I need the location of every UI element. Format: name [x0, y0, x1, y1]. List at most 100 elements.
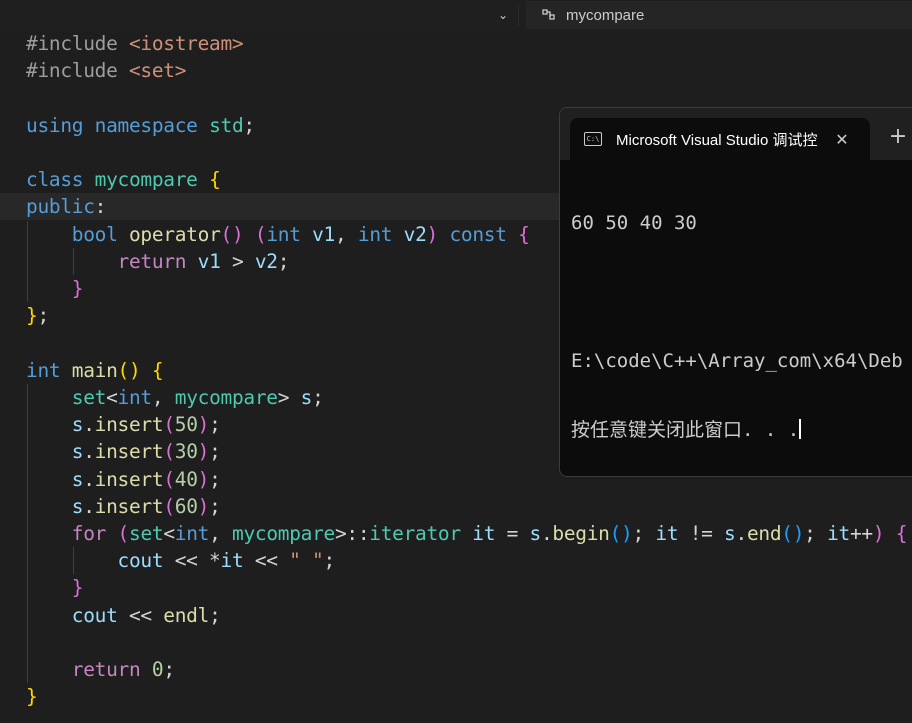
code-line[interactable]: #include <iostream> — [0, 30, 912, 57]
indent-guide — [73, 248, 74, 275]
code-token: { — [209, 168, 221, 191]
code-token: . — [540, 522, 553, 545]
code-token: ; — [804, 522, 828, 545]
code-token: ; — [632, 522, 656, 545]
code-token: 50 — [174, 413, 198, 436]
code-token: iterator — [369, 522, 461, 545]
code-token: <iostream> — [128, 32, 244, 55]
code-token: bool — [71, 223, 118, 246]
code-token: s — [724, 522, 736, 545]
code-token: s — [529, 522, 542, 545]
code-token: it — [827, 522, 850, 545]
code-token: return — [117, 250, 187, 273]
code-token: int — [174, 522, 210, 545]
code-token: () — [117, 359, 141, 382]
code-token: { — [895, 522, 908, 545]
code-token: ; — [37, 304, 49, 327]
terminal-tab[interactable]: C:\ Microsoft Visual Studio 调试控 ✕ — [570, 118, 870, 160]
debug-console-window[interactable]: C:\ Microsoft Visual Studio 调试控 ✕ + 60 5… — [559, 107, 912, 477]
code-token: } — [71, 277, 84, 300]
code-line[interactable]: } — [0, 574, 912, 601]
code-token: < — [106, 386, 118, 409]
code-token: ++ — [849, 522, 873, 545]
code-token: begin — [552, 522, 610, 545]
code-token: , — [334, 223, 358, 246]
close-icon[interactable]: ✕ — [832, 129, 852, 149]
code-token: s — [71, 495, 84, 518]
code-token: for — [71, 522, 107, 545]
code-token: public — [26, 195, 95, 218]
console-window-icon: C:\ — [584, 132, 602, 146]
terminal-output[interactable]: 60 50 40 30 E:\code\C++\Array_com\x64\De… — [571, 166, 912, 476]
code-token: < — [163, 522, 175, 545]
code-token: set — [129, 522, 164, 545]
code-token: ; — [323, 549, 335, 572]
code-line[interactable]: return 0; — [0, 656, 912, 683]
code-token: { — [151, 359, 164, 382]
code-token: ( — [163, 413, 175, 436]
code-token: class — [26, 168, 84, 191]
code-token: cout — [117, 549, 164, 572]
chevron-down-icon[interactable]: ⌄ — [494, 6, 512, 24]
code-token: #include — [26, 32, 129, 55]
code-token: 60 — [174, 495, 198, 518]
code-line[interactable]: s.insert(60); — [0, 493, 912, 520]
terminal-tab-title: Microsoft Visual Studio 调试控 — [616, 131, 818, 149]
code-token: != — [678, 522, 725, 545]
code-token: mycompare — [232, 522, 335, 545]
code-token: ; — [209, 413, 221, 436]
code-token: . — [83, 495, 95, 518]
code-token: << — [243, 549, 290, 572]
terminal-title-bar[interactable]: C:\ Microsoft Visual Studio 调试控 ✕ + — [560, 108, 912, 160]
code-token: int — [266, 223, 301, 246]
code-token: () — [781, 522, 805, 545]
code-token: ) — [426, 223, 439, 246]
code-token: 40 — [174, 468, 198, 491]
code-token: namespace — [94, 114, 198, 137]
code-token: ; — [243, 114, 255, 137]
code-token: end — [746, 522, 782, 545]
code-line[interactable]: cout << *it << " "; — [0, 547, 912, 574]
code-token: const — [449, 223, 507, 246]
code-token: >:: — [334, 522, 370, 545]
code-line[interactable]: } — [0, 683, 912, 710]
breadcrumb-symbol-label[interactable]: mycompare — [566, 7, 644, 24]
code-token: > — [277, 386, 301, 409]
code-token: : — [94, 195, 107, 218]
breadcrumb[interactable]: mycompare — [526, 1, 912, 29]
code-token: main — [71, 359, 118, 382]
code-token: " " — [289, 549, 324, 572]
screenshot-root: ⌄ mycompare #include <iostream> #include… — [0, 0, 912, 723]
code-token: s — [71, 440, 84, 463]
code-token: mycompare — [174, 386, 278, 409]
code-token: ( — [117, 522, 130, 545]
code-line[interactable]: cout << endl; — [0, 602, 912, 629]
code-token: #include — [26, 59, 129, 82]
code-line[interactable]: #include <set> — [0, 57, 912, 84]
code-token: using — [26, 114, 84, 137]
code-token: . — [735, 522, 748, 545]
code-line[interactable] — [0, 629, 912, 656]
code-token: . — [83, 413, 95, 436]
code-line[interactable]: for (set<int, mycompare>::iterator it = … — [0, 520, 912, 547]
code-token: int — [357, 223, 393, 246]
code-token: insert — [94, 440, 164, 463]
code-token: ; — [209, 604, 221, 627]
plus-icon[interactable]: + — [886, 124, 910, 149]
code-token: ) — [197, 468, 210, 491]
